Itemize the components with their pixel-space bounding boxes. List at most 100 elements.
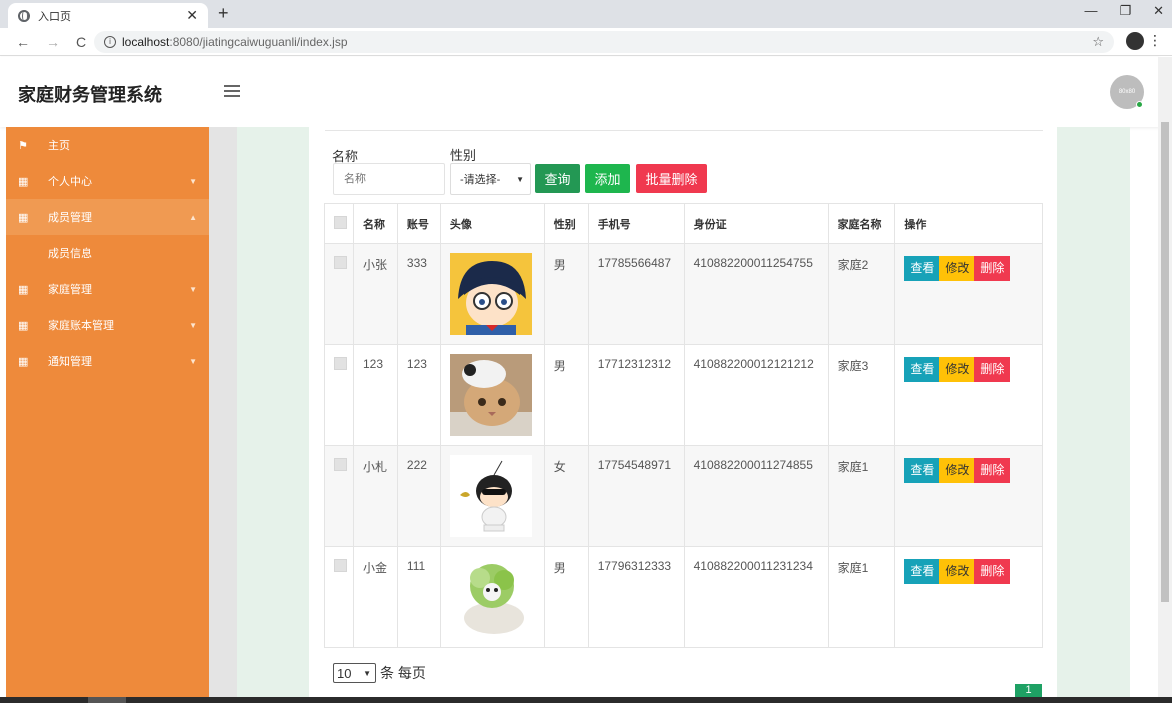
pagination-size: 10 ▼ 条 每页: [333, 663, 426, 683]
browser-tab-strip: 入口页 ✕ + — ❐ ✕: [0, 0, 1172, 28]
id-card-cell: 410882200011231234: [683, 546, 829, 648]
view-button[interactable]: 查看: [904, 357, 941, 382]
column-header: 名称: [352, 203, 398, 244]
row-checkbox[interactable]: [334, 458, 347, 471]
page-size-select[interactable]: 10 ▼: [333, 663, 376, 683]
delete-button[interactable]: 删除: [974, 458, 1011, 483]
edit-button[interactable]: 修改: [939, 256, 976, 281]
delete-button[interactable]: 删除: [974, 256, 1011, 281]
edit-button[interactable]: 修改: [939, 357, 976, 382]
scrollbar-thumb[interactable]: [1161, 122, 1169, 602]
url-field[interactable]: i localhost :8080/jiatingcaiwuguanli/ind…: [94, 31, 1114, 53]
row-checkbox[interactable]: [334, 256, 347, 269]
phone-cell: 17754548971: [587, 445, 685, 547]
family-cell: 家庭1: [827, 546, 896, 648]
edit-button[interactable]: 修改: [939, 559, 976, 584]
menu-toggle-icon[interactable]: [224, 85, 240, 100]
sidebar-item-home[interactable]: ⚑ 主页: [6, 127, 209, 163]
back-icon[interactable]: ←: [16, 34, 30, 50]
page-number-button[interactable]: 1: [1015, 684, 1042, 698]
sidebar-item-label: 通知管理: [48, 356, 92, 368]
family-cell: 家庭3: [827, 344, 896, 446]
page-size-suffix: 条 每页: [380, 665, 426, 681]
row-checkbox[interactable]: [334, 357, 347, 370]
actions-cell: 查看 修改 删除: [894, 243, 1043, 345]
gender-cell: 男: [543, 546, 589, 648]
globe-icon: [18, 9, 30, 22]
chevron-up-icon: ▲: [189, 212, 197, 222]
delete-button[interactable]: 删除: [974, 357, 1011, 382]
forward-icon[interactable]: →: [46, 34, 60, 50]
page-scrollbar[interactable]: [1158, 57, 1172, 697]
url-path: :8080/jiatingcaiwuguanli/index.jsp: [169, 35, 348, 49]
actions-cell: 查看 修改 删除: [894, 546, 1043, 648]
taskbar-item[interactable]: [88, 697, 126, 703]
online-status-icon: [1136, 101, 1143, 108]
sidebar-item-ledger-management[interactable]: ▦ 家庭账本管理 ▼: [6, 307, 209, 343]
flag-icon: ⚑: [18, 139, 28, 152]
sidebar-item-personal-center[interactable]: ▦ 个人中心 ▼: [6, 163, 209, 199]
view-button[interactable]: 查看: [904, 256, 941, 281]
browser-tab[interactable]: 入口页 ✕: [8, 3, 208, 28]
phone-cell: 17712312312: [587, 344, 685, 446]
account-cell: 123: [396, 344, 441, 446]
table-row: 小金 111 男 17796312333 410882200011231234 …: [324, 546, 1043, 648]
member-avatar-image: [449, 354, 532, 436]
view-button[interactable]: 查看: [904, 559, 941, 584]
batch-delete-button[interactable]: 批量删除: [636, 164, 707, 193]
sidebar-gutter: [209, 127, 237, 697]
family-cell: 家庭2: [827, 243, 896, 345]
sidebar-item-notice-management[interactable]: ▦ 通知管理 ▼: [6, 343, 209, 379]
grid-icon: ▦: [18, 211, 29, 224]
page-size-value: 10: [337, 665, 352, 681]
close-window-icon[interactable]: ✕: [1153, 3, 1164, 19]
chevron-down-icon: ▼: [189, 356, 197, 366]
sidebar-subitem-member-info[interactable]: 成员信息: [6, 235, 209, 271]
select-all-cell[interactable]: [324, 203, 354, 244]
os-taskbar: [0, 697, 1172, 703]
avatar[interactable]: 80x80: [1110, 75, 1144, 109]
minimize-icon[interactable]: —: [1084, 3, 1097, 19]
gender-select[interactable]: -请选择- ▼: [450, 163, 531, 195]
info-icon[interactable]: i: [104, 36, 116, 48]
column-header: 账号: [396, 203, 441, 244]
tab-close-icon[interactable]: ✕: [186, 7, 198, 24]
avatar-cell: [439, 445, 545, 547]
phone-cell: 17785566487: [587, 243, 685, 345]
id-card-cell: 410882200011274855: [683, 445, 829, 547]
view-button[interactable]: 查看: [904, 458, 941, 483]
family-cell: 家庭1: [827, 445, 896, 547]
delete-button[interactable]: 删除: [974, 559, 1011, 584]
column-header: 性别: [543, 203, 589, 244]
sidebar-item-label: 个人中心: [48, 176, 92, 188]
member-avatar-image: [449, 253, 532, 335]
browser-menu-icon[interactable]: ⋮: [1148, 32, 1162, 49]
name-search-input[interactable]: [333, 163, 445, 195]
row-select-cell: [324, 344, 354, 446]
edit-button[interactable]: 修改: [939, 458, 976, 483]
bookmark-star-icon[interactable]: ☆: [1092, 34, 1104, 50]
profile-icon[interactable]: [1126, 32, 1144, 50]
sidebar-item-label: 成员信息: [48, 248, 92, 260]
brand-title: 家庭财务管理系统: [18, 85, 162, 105]
avatar-cell: [439, 243, 545, 345]
name-cell: 小札: [352, 445, 398, 547]
restore-icon[interactable]: ❐: [1119, 3, 1131, 19]
select-all-checkbox[interactable]: [334, 215, 347, 229]
column-header: 家庭名称: [827, 203, 896, 244]
sidebar-item-member-management[interactable]: ▦ 成员管理 ▲: [6, 199, 209, 235]
chevron-down-icon: ▼: [363, 668, 371, 678]
window-controls: — ❐ ✕: [1084, 3, 1164, 19]
reload-icon[interactable]: C: [76, 34, 86, 50]
address-bar: ← → C i localhost :8080/jiatingcaiwuguan…: [0, 28, 1172, 56]
sidebar-item-label: 家庭管理: [48, 284, 92, 296]
column-header: 操作: [894, 203, 1043, 244]
new-tab-icon[interactable]: +: [218, 3, 229, 24]
sidebar-item-family-management[interactable]: ▦ 家庭管理 ▼: [6, 271, 209, 307]
gender-cell: 男: [543, 344, 589, 446]
query-button[interactable]: 查询: [535, 164, 580, 193]
name-cell: 小金: [352, 546, 398, 648]
avatar-cell: [439, 344, 545, 446]
add-button[interactable]: 添加: [585, 164, 630, 193]
row-checkbox[interactable]: [334, 559, 347, 572]
